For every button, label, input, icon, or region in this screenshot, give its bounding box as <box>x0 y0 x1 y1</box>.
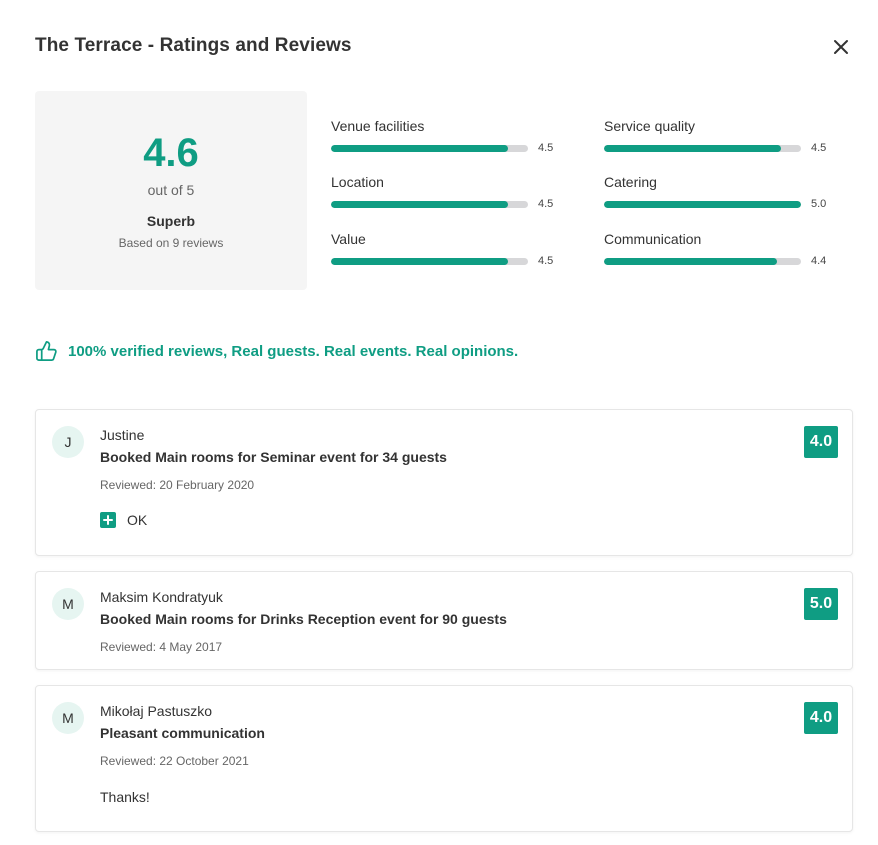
overall-rating-panel: 4.6 out of 5 Superb Based on 9 reviews <box>35 91 307 290</box>
page-title: The Terrace - Ratings and Reviews <box>35 35 352 56</box>
rating-catering: Catering 5.0 <box>604 174 844 214</box>
plus-icon <box>100 512 116 528</box>
review-date: Reviewed: 20 February 2020 <box>100 478 255 492</box>
rating-bar <box>331 258 528 265</box>
rating-value: 4.5 <box>538 198 554 210</box>
verified-text: 100% verified reviews, Real guests. Real… <box>68 342 519 360</box>
rating-bar <box>604 145 801 152</box>
overall-label: Superb <box>146 213 196 229</box>
rating-name: Venue facilities <box>331 118 425 134</box>
rating-bar-fill <box>331 201 509 208</box>
overall-out-of: out of 5 <box>147 182 195 198</box>
review-score-badge: 5.0 <box>804 588 838 620</box>
rating-bar-fill <box>604 145 782 152</box>
rating-value: 4.5 <box>538 142 554 154</box>
review-date: Reviewed: 22 October 2021 <box>100 754 249 768</box>
rating-value: 5.0 <box>811 198 827 210</box>
avatar: M <box>52 588 84 620</box>
review-card: J Justine Booked Main rooms for Seminar … <box>35 409 853 556</box>
reviewer-name: Justine <box>100 427 145 443</box>
rating-name: Location <box>331 174 384 190</box>
rating-bar <box>604 201 801 208</box>
rating-value: 4.5 <box>811 142 827 154</box>
rating-value: 4.4 <box>811 255 827 267</box>
rating-name: Communication <box>604 231 702 247</box>
rating-venue-facilities: Venue facilities 4.5 <box>331 118 571 158</box>
review-card: M Maksim Kondratyuk Booked Main rooms fo… <box>35 571 853 670</box>
close-icon <box>834 40 848 54</box>
overall-score: 4.6 <box>143 131 199 175</box>
thumbs-up-icon <box>36 340 57 361</box>
rating-name: Catering <box>604 174 657 190</box>
review-title: Pleasant communication <box>100 725 265 741</box>
rating-bar-fill <box>604 258 778 265</box>
rating-value-category: Value 4.5 <box>331 231 571 271</box>
review-score-badge: 4.0 <box>804 702 838 734</box>
verified-banner: 100% verified reviews, Real guests. Real… <box>35 339 518 363</box>
rating-value: 4.5 <box>538 255 554 267</box>
review-date: Reviewed: 4 May 2017 <box>100 640 223 654</box>
review-pro: OK <box>100 512 147 528</box>
avatar: J <box>52 426 84 458</box>
review-title: Booked Main rooms for Seminar event for … <box>100 449 447 465</box>
review-score-badge: 4.0 <box>804 426 838 458</box>
rating-name: Value <box>331 231 366 247</box>
rating-communication: Communication 4.4 <box>604 231 844 271</box>
rating-bar-fill <box>604 201 801 208</box>
rating-name: Service quality <box>604 118 696 134</box>
rating-bar-fill <box>331 258 509 265</box>
rating-bar <box>331 145 528 152</box>
close-button[interactable] <box>830 36 852 58</box>
reviewer-name: Maksim Kondratyuk <box>100 589 223 605</box>
review-pro-text: OK <box>127 512 148 528</box>
review-comment: Thanks! <box>100 789 150 805</box>
review-card: M Mikołaj Pastuszko Pleasant communicati… <box>35 685 853 832</box>
avatar: M <box>52 702 84 734</box>
rating-bar <box>604 258 801 265</box>
rating-bar-fill <box>331 145 509 152</box>
overall-based-on: Based on 9 reviews <box>118 236 224 250</box>
reviewer-name: Mikołaj Pastuszko <box>100 703 213 719</box>
rating-service-quality: Service quality 4.5 <box>604 118 844 158</box>
review-title: Booked Main rooms for Drinks Reception e… <box>100 611 507 627</box>
rating-bar <box>331 201 528 208</box>
rating-location: Location 4.5 <box>331 174 571 214</box>
